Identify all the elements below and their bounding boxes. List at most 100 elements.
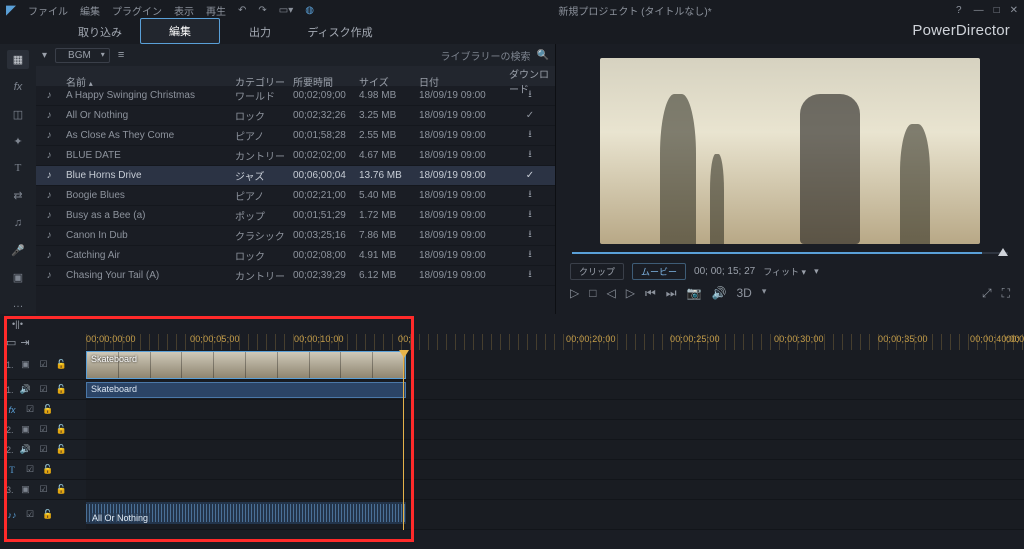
track-body[interactable]: All Or Nothing [86,500,1024,529]
next-frame-icon[interactable]: ▷ [626,286,635,301]
play-icon[interactable]: ▷ [570,286,579,301]
row-download-icon[interactable]: ⭳ [505,147,555,164]
row-download-icon[interactable]: ⭳ [505,207,555,224]
track-visible-icon[interactable]: ☑ [38,384,50,395]
track-visible-icon[interactable]: ☑ [38,484,50,495]
lib-list-icon[interactable]: ≡ [118,49,124,61]
voice-room-icon[interactable]: 🎤 [7,240,29,259]
track-visible-icon[interactable]: ☑ [24,464,36,475]
snapshot-icon[interactable]: 📷 [687,286,702,301]
track-lock-icon[interactable]: 🔓 [42,404,54,415]
subtitle-room-icon[interactable]: … [7,295,29,314]
row-download-icon[interactable]: ⭳ [505,267,555,284]
particle-room-icon[interactable]: ✦ [7,132,29,151]
undock-icon[interactable]: ⤢ [982,286,992,301]
track-visible-icon[interactable]: ☑ [38,424,50,435]
track-lock-icon[interactable]: 🔓 [42,464,54,475]
threed-button[interactable]: 3D [736,286,751,301]
close-icon[interactable]: ✕ [1010,5,1018,16]
timeline-mode-a-button[interactable]: ▭ [6,336,16,349]
row-download-icon[interactable]: ⭳ [505,187,555,204]
track-body[interactable] [86,460,1024,479]
audio-room-icon[interactable]: ♫ [7,213,29,232]
video-clip-skateboard[interactable]: Skateboard [86,351,406,379]
menu-edit[interactable]: 編集 [80,3,100,18]
tab-import[interactable]: 取り込み [60,20,140,44]
redo-icon[interactable]: ↷ [258,5,266,16]
track-lock-icon[interactable]: 🔓 [56,424,68,435]
track-body[interactable]: Skateboard [86,350,1024,379]
library-row[interactable]: ♪Busy as a Bee (a)ポップ00;01;51;291.72 MB1… [36,206,555,226]
row-download-icon[interactable]: ⭳ [505,227,555,244]
track-lock-icon[interactable]: 🔓 [42,509,54,520]
undo-icon[interactable]: ↶ [238,5,246,16]
fullscreen-icon[interactable]: ⛶ [1002,286,1010,301]
row-download-icon[interactable]: ✓ [505,110,555,121]
track-visible-icon[interactable]: ☑ [38,444,50,455]
track-body[interactable] [86,480,1024,499]
cloud-icon[interactable]: ◍ [305,5,314,16]
music-clip-allornothing[interactable]: All Or Nothing [86,502,406,524]
media-room-icon[interactable]: ▦ [7,50,29,69]
track-body[interactable] [86,440,1024,459]
library-row[interactable]: ♪Canon In Dubクラシック00;03;25;167.86 MB18/0… [36,226,555,246]
skip-back-icon[interactable]: ⏮ [645,286,656,301]
track-lock-icon[interactable]: 🔓 [56,444,68,455]
prev-frame-icon[interactable]: ◁ [606,286,615,301]
menu-file[interactable]: ファイル [28,3,68,18]
track-body[interactable] [86,420,1024,439]
menu-play[interactable]: 再生 [206,3,226,18]
library-row[interactable]: ♪Boogie Bluesピアノ00;02;21;005.40 MB18/09/… [36,186,555,206]
row-download-icon[interactable]: ⭳ [505,87,555,104]
aspect-icon[interactable]: ▭▾ [279,5,293,16]
transition-room-icon[interactable]: ⇄ [7,186,29,205]
library-row[interactable]: ♪Blue Horns Driveジャズ00;06;00;0413.76 MB1… [36,166,555,186]
chapter-room-icon[interactable]: ▣ [7,268,29,287]
library-row[interactable]: ♪As Close As They Comeピアノ00;01;58;282.55… [36,126,555,146]
pip-room-icon[interactable]: ◫ [7,104,29,123]
library-row[interactable]: ♪Catching Airロック00;02;08;004.91 MB18/09/… [36,246,555,266]
preview-viewport[interactable] [600,58,980,244]
audio-clip-skateboard[interactable]: Skateboard [86,382,406,398]
timeline-mode-b-button[interactable]: ⇥ [20,336,29,349]
menu-display[interactable]: 表示 [174,3,194,18]
track-lock-icon[interactable]: 🔓 [56,359,68,370]
clip-mode-button[interactable]: クリップ [570,263,624,280]
tab-output[interactable]: 出力 [220,20,300,44]
track-visible-icon[interactable]: ☑ [24,509,36,520]
library-row[interactable]: ♪All Or Nothingロック00;02;32;263.25 MB18/0… [36,106,555,126]
track-lock-icon[interactable]: 🔓 [56,384,68,395]
quality-select[interactable]: ▾ [814,266,819,277]
menu-plugin[interactable]: プラグイン [112,3,162,18]
row-download-icon[interactable]: ⭳ [505,247,555,264]
lib-back-icon[interactable]: ▾ [42,50,47,61]
library-search[interactable]: ライブラリーの検索 🔍 [441,48,549,63]
maximize-icon[interactable]: □ [994,5,1000,16]
timeline-ruler[interactable]: 00;00;00;0000;00;05;0000;00;10;0000;00;0… [86,334,1024,350]
movie-mode-button[interactable]: ムービー [632,263,686,280]
track-lock-icon[interactable]: 🔓 [56,484,68,495]
fx-room-icon[interactable]: fx [7,77,29,96]
fit-select[interactable]: フィット ▾ [763,265,806,278]
stop-icon[interactable]: □ [589,286,596,301]
library-row[interactable]: ♪A Happy Swinging Christmasワールド00;02;09;… [36,86,555,106]
volume-icon[interactable]: 🔊 [712,286,727,301]
row-download-icon[interactable]: ⭳ [505,127,555,144]
title-room-icon[interactable]: T [7,159,29,178]
track-body[interactable] [86,400,1024,419]
library-row[interactable]: ♪Chasing Your Tail (A)カントリー00;02;39;296.… [36,266,555,286]
tab-disc[interactable]: ディスク作成 [300,20,380,44]
preview-more-icon[interactable]: ▾ [762,286,767,301]
tab-edit[interactable]: 編集 [140,18,220,44]
library-row[interactable]: ♪BLUE DATEカントリー00;02;02;004.67 MB18/09/1… [36,146,555,166]
preview-seekbar[interactable] [572,252,1008,254]
track-visible-icon[interactable]: ☑ [24,404,36,415]
skip-fwd-icon[interactable]: ⏭ [666,286,677,301]
minimize-icon[interactable]: — [974,5,984,16]
logo-icon[interactable]: ◤ [6,2,16,18]
help-icon[interactable]: ? [956,5,962,16]
row-download-icon[interactable]: ✓ [505,170,555,181]
splitter-icon[interactable]: •||• [12,319,23,329]
track-visible-icon[interactable]: ☑ [38,359,50,370]
track-body[interactable]: Skateboard [86,380,1024,399]
